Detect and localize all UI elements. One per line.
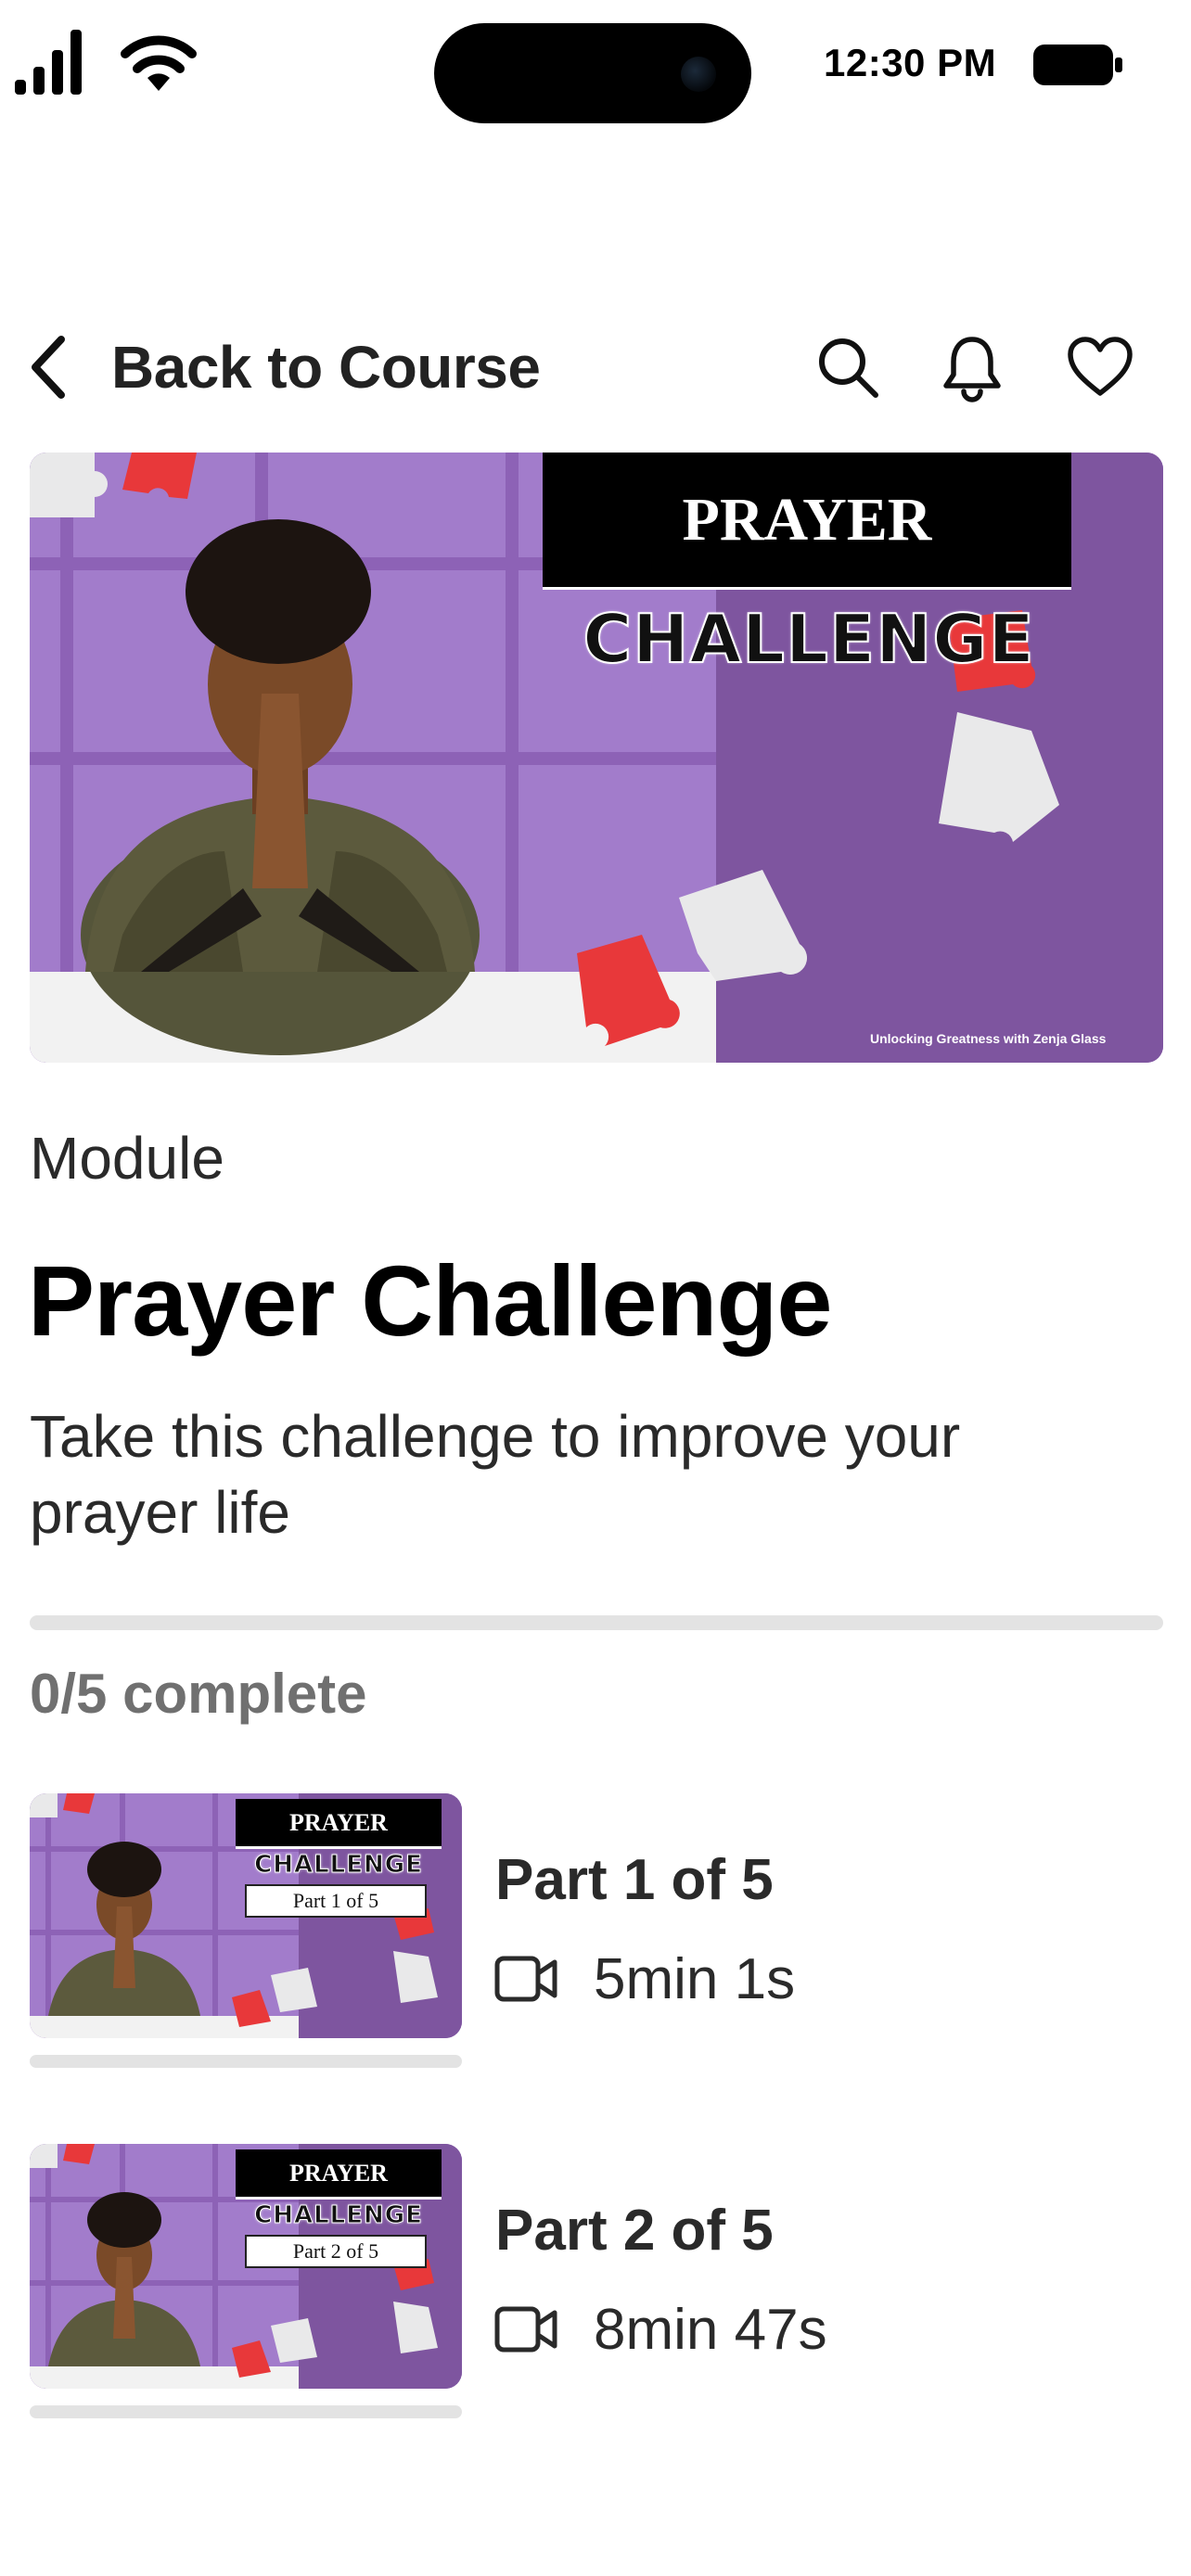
lesson-progress-bar (30, 2405, 462, 2418)
lesson-title: Part 1 of 5 (495, 1848, 774, 1912)
lesson-thumbnail: PRAYER CHALLENGE Part 2 of 5 (30, 2144, 462, 2389)
bell-icon (943, 337, 1001, 402)
lesson-progress-bar (30, 2055, 462, 2068)
progress-text: 0/5 complete (30, 1663, 367, 1725)
dynamic-island (434, 23, 751, 123)
back-label: Back to Course (111, 334, 541, 401)
notifications-button[interactable] (937, 332, 1007, 402)
status-bar: 12:30 PM (0, 0, 1191, 130)
hero-title-banner: PRAYER (543, 453, 1071, 590)
chevron-left-icon (32, 336, 65, 399)
module-label: Module (30, 1125, 224, 1192)
module-description: Take this challenge to improve your pray… (30, 1403, 961, 1546)
favorite-button[interactable] (1065, 332, 1135, 402)
wifi-icon (121, 35, 197, 91)
hero-challenge-text: CHALLENGE (582, 599, 1035, 679)
top-nav: Back to Course (0, 315, 1191, 417)
battery-icon (1033, 45, 1122, 85)
search-icon (819, 338, 878, 398)
module-progress-bar (30, 1615, 1163, 1630)
lesson-thumbnail: PRAYER CHALLENGE Part 1 of 5 (30, 1793, 462, 2038)
thumb-part-label: Part 1 of 5 (245, 1884, 427, 1918)
thumb-challenge-text: CHALLENGE (254, 1851, 423, 1880)
heart-icon (1068, 337, 1133, 396)
status-time: 12:30 PM (824, 41, 997, 84)
module-title: Prayer Challenge (28, 1244, 832, 1357)
camera-lens (681, 57, 716, 92)
video-camera-icon (494, 2306, 557, 2353)
lesson-title: Part 2 of 5 (495, 2199, 774, 2263)
thumb-title: PRAYER (236, 1799, 442, 1849)
module-hero-image: PRAYER CHALLENGE Unlocking Greatness wit… (30, 453, 1163, 1063)
lesson-meta: 5min 1s (493, 1945, 795, 2012)
video-camera-icon (494, 1956, 557, 2002)
hero-credit: Unlocking Greatness with Zenja Glass (870, 1031, 1107, 1046)
lesson-meta: 8min 47s (493, 2296, 827, 2363)
thumb-title: PRAYER (236, 2149, 442, 2200)
back-to-course-button[interactable]: Back to Course (26, 332, 541, 402)
lesson-duration: 8min 47s (594, 2297, 827, 2362)
lesson-item[interactable]: PRAYER CHALLENGE Part 2 of 5 Part 2 of 5… (30, 2144, 1163, 2422)
search-button[interactable] (813, 332, 883, 402)
cellular-signal-icon (15, 30, 82, 95)
lesson-duration: 5min 1s (594, 1946, 796, 2011)
thumb-part-label: Part 2 of 5 (245, 2235, 427, 2268)
lesson-item[interactable]: PRAYER CHALLENGE Part 1 of 5 Part 1 of 5… (30, 1793, 1163, 2072)
thumb-challenge-text: CHALLENGE (254, 2201, 423, 2230)
